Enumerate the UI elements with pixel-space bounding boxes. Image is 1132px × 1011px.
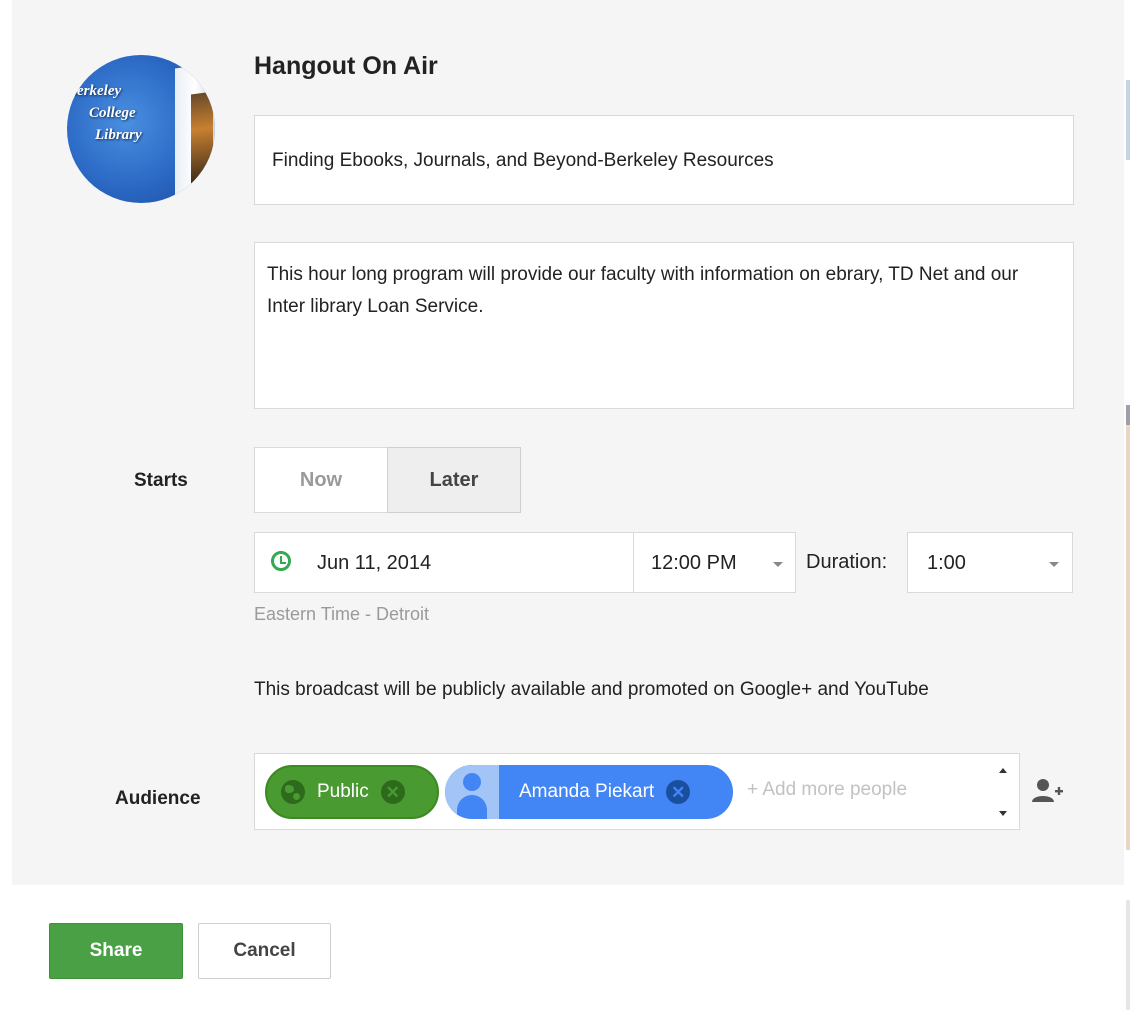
audience-input[interactable]: Public ✕ Amanda Piekart ✕ + Add more peo… [254,753,1020,830]
date-picker-field[interactable]: Jun 11, 2014 [254,532,634,593]
logo-line-3: Library [95,127,142,143]
timezone-link[interactable]: Eastern Time - Detroit [254,604,429,625]
add-person-icon[interactable] [1030,776,1064,806]
date-value: Jun 11, 2014 [317,552,432,574]
remove-chip-icon[interactable]: ✕ [666,780,691,804]
background-edge [1124,0,1132,1011]
starts-later-button[interactable]: Later [387,447,521,513]
description-textarea[interactable]: This hour long program will provide our … [254,242,1074,409]
chip-label: Public [317,781,369,802]
audience-chip-public[interactable]: Public ✕ [265,765,439,819]
description-value: This hour long program will provide our … [267,264,1019,317]
starts-label: Starts [134,470,188,491]
cancel-button[interactable]: Cancel [198,923,331,979]
clock-icon [271,551,291,571]
audience-scroll-arrows[interactable] [990,754,1018,829]
library-logo-avatar: Berkeley College Library [67,55,215,203]
scroll-up-icon[interactable] [999,768,1007,773]
duration-value: 1:00 [927,552,966,574]
time-value: 12:00 PM [651,552,737,574]
dialog-title: Hangout On Air [254,52,438,80]
hangout-on-air-dialog: Berkeley College Library Hangout On Air … [0,0,1132,1011]
person-avatar-icon [445,765,499,819]
logo-line-2: College [89,105,136,121]
add-people-placeholder[interactable]: + Add more people [747,779,907,801]
share-button[interactable]: Share [49,923,183,979]
scroll-down-icon[interactable] [999,811,1007,816]
duration-select[interactable]: 1:00 [907,532,1073,593]
audience-label: Audience [115,788,201,809]
event-title-value: Finding Ebooks, Journals, and Beyond-Ber… [272,150,774,171]
remove-chip-icon[interactable]: ✕ [380,780,405,804]
duration-label: Duration: [806,551,888,573]
chip-label: Amanda Piekart [519,781,655,802]
event-title-input[interactable]: Finding Ebooks, Journals, and Beyond-Ber… [254,115,1074,205]
broadcast-notice: This broadcast will be publicly availabl… [254,679,929,700]
chevron-down-icon [773,562,783,567]
chevron-down-icon [1049,562,1059,567]
logo-line-1: Berkeley [67,83,122,99]
globe-icon [281,780,305,804]
audience-chip-person[interactable]: Amanda Piekart ✕ [445,765,733,819]
starts-now-button[interactable]: Now [254,447,388,513]
time-select[interactable]: 12:00 PM [633,532,796,593]
